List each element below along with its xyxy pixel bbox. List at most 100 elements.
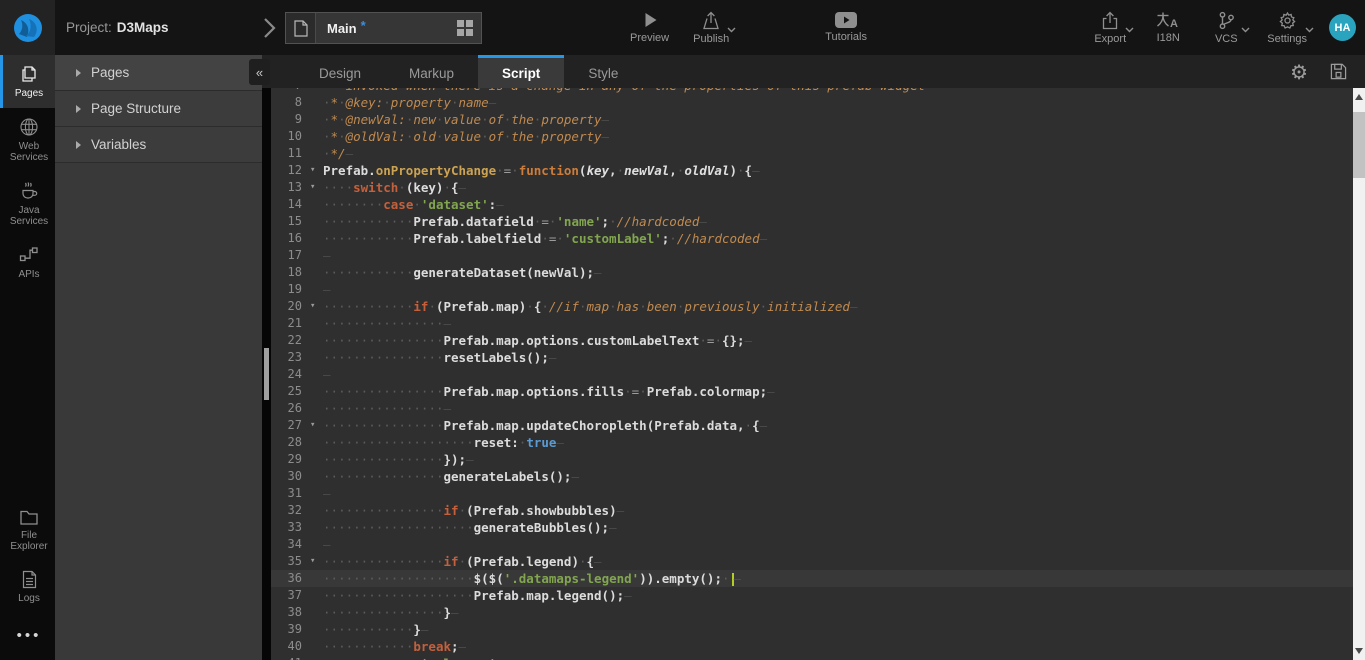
top-bar: Project: D3Maps Main * Preview Publish Tut… bbox=[0, 0, 1365, 55]
i18n-button[interactable]: AI18N bbox=[1151, 11, 1185, 44]
tab-markup[interactable]: Markup bbox=[385, 55, 478, 88]
preview-button[interactable]: Preview bbox=[630, 11, 669, 44]
app-logo[interactable] bbox=[0, 0, 55, 55]
sidebar-item-label: Pages bbox=[15, 88, 43, 99]
fold-arrow-icon[interactable]: ▾ bbox=[308, 179, 323, 196]
rail-overflow-button[interactable]: ••• bbox=[0, 613, 55, 660]
sidebar-item-label: Web Services bbox=[3, 141, 55, 163]
sidebar-item-web-services[interactable]: Web Services bbox=[0, 108, 55, 172]
tab-style[interactable]: Style bbox=[564, 55, 642, 88]
code-line-29: 29················});– bbox=[271, 451, 1353, 468]
line-number: 20 bbox=[271, 298, 308, 315]
sidebar-item-pages[interactable]: Pages bbox=[0, 55, 55, 108]
line-number: 41 bbox=[271, 655, 308, 660]
code-line-39: 39············}– bbox=[271, 621, 1353, 638]
panel-collapse-button[interactable]: « bbox=[249, 59, 270, 85]
fold-gutter bbox=[308, 94, 323, 111]
scroll-down-arrow-icon[interactable] bbox=[1355, 648, 1363, 654]
page-tab-name: Main bbox=[327, 21, 357, 36]
editor-scrollbar-thumb[interactable] bbox=[1353, 112, 1365, 178]
tab-design[interactable]: Design bbox=[295, 55, 385, 88]
line-number: 26 bbox=[271, 400, 308, 417]
panel-section-label: Page Structure bbox=[91, 101, 181, 116]
tab-script[interactable]: Script bbox=[478, 55, 564, 88]
code-line-28: 28····················reset:·true– bbox=[271, 434, 1353, 451]
fold-gutter bbox=[308, 315, 323, 332]
panel-section-page-structure[interactable]: Page Structure bbox=[55, 91, 262, 127]
breadcrumb-chevron-icon bbox=[263, 17, 276, 39]
i18n-icon: A bbox=[1156, 11, 1180, 29]
panel-scrollbar-thumb[interactable] bbox=[264, 348, 269, 400]
code-line-38: 38················}– bbox=[271, 604, 1353, 621]
sidebar-item-java-services[interactable]: Java Services bbox=[0, 172, 55, 236]
code-line-19: 19– bbox=[271, 281, 1353, 298]
action-label: Publish bbox=[693, 33, 729, 45]
code-line-34: 34– bbox=[271, 536, 1353, 553]
editor-scrollbar[interactable] bbox=[1353, 88, 1365, 660]
line-number: 12 bbox=[271, 162, 308, 179]
line-number: 38 bbox=[271, 604, 308, 621]
code-line-17: 17– bbox=[271, 247, 1353, 264]
topbar-center-actions: Preview Publish Tutorials bbox=[618, 0, 879, 55]
panel-section-variables[interactable]: Variables bbox=[55, 127, 262, 163]
line-number: 33 bbox=[271, 519, 308, 536]
layout-grid-icon[interactable] bbox=[457, 20, 473, 36]
code-line-14: 14········case·'dataset':– bbox=[271, 196, 1353, 213]
action-label: Tutorials bbox=[825, 31, 867, 43]
sidebar-item-file-explorer[interactable]: File Explorer bbox=[0, 499, 55, 561]
code-line-40: 40············break;– bbox=[271, 638, 1353, 655]
sidebar-item-logs[interactable]: Logs bbox=[0, 561, 55, 613]
code-line-30: 30················generateLabels();– bbox=[271, 468, 1353, 485]
sidebar-item-apis[interactable]: APIs bbox=[0, 236, 55, 289]
code-line-9: 9·*·@newVal:·new·value·of·the·property– bbox=[271, 111, 1353, 128]
fold-gutter bbox=[308, 383, 323, 400]
export-button[interactable]: Export bbox=[1093, 11, 1127, 45]
line-number: 32 bbox=[271, 502, 308, 519]
export-icon bbox=[1101, 11, 1119, 30]
user-avatar[interactable]: HA bbox=[1329, 14, 1356, 41]
script-settings-gear-icon[interactable]: ⚙ bbox=[1290, 62, 1308, 82]
fold-gutter bbox=[308, 451, 323, 468]
line-number: 35 bbox=[271, 553, 308, 570]
code-line-15: 15············Prefab.datafield·=·'name';… bbox=[271, 213, 1353, 230]
line-number: 31 bbox=[271, 485, 308, 502]
fold-arrow-icon[interactable]: ▾ bbox=[308, 162, 323, 179]
panel-section-label: Variables bbox=[91, 137, 146, 152]
line-number: 21 bbox=[271, 315, 308, 332]
fold-arrow-icon[interactable]: ▾ bbox=[308, 553, 323, 570]
apis-icon bbox=[19, 245, 39, 265]
settings-button[interactable]: Settings bbox=[1267, 11, 1307, 45]
code-line-12: 12▾Prefab.onPropertyChange·=·function(ke… bbox=[271, 162, 1353, 179]
code-line-27: 27▾················Prefab.map.updateChor… bbox=[271, 417, 1353, 434]
fold-gutter bbox=[308, 621, 323, 638]
publish-button[interactable]: Publish bbox=[693, 11, 729, 45]
tutorials-button[interactable]: Tutorials bbox=[825, 12, 867, 43]
panel-scrollbar[interactable] bbox=[262, 88, 271, 660]
panel-section-pages[interactable]: Pages bbox=[55, 55, 262, 91]
fold-gutter bbox=[308, 400, 323, 417]
line-number: 23 bbox=[271, 349, 308, 366]
line-number: 40 bbox=[271, 638, 308, 655]
vcs-button[interactable]: VCS bbox=[1209, 11, 1243, 45]
scroll-up-arrow-icon[interactable] bbox=[1355, 94, 1363, 100]
fold-gutter bbox=[308, 213, 323, 230]
pages-icon bbox=[19, 64, 39, 84]
fold-arrow-icon[interactable]: ▾ bbox=[308, 417, 323, 434]
code-line-32: 32················if·(Prefab.showbubbles… bbox=[271, 502, 1353, 519]
fold-gutter bbox=[308, 485, 323, 502]
publish-icon bbox=[701, 11, 721, 30]
code-line-35: 35▾················if·(Prefab.legend)·{– bbox=[271, 553, 1353, 570]
line-number: 10 bbox=[271, 128, 308, 145]
script-text-area[interactable]: 7·*·invoked·when·there·is·a·change·in·an… bbox=[271, 88, 1353, 660]
code-editor[interactable]: 7·*·invoked·when·there·is·a·change·in·an… bbox=[262, 88, 1365, 660]
project-name: D3Maps bbox=[117, 20, 169, 35]
fold-gutter bbox=[308, 332, 323, 349]
project-label: Project: bbox=[66, 20, 112, 35]
active-page-tab[interactable]: Main * bbox=[285, 12, 482, 44]
fold-arrow-icon[interactable]: ▾ bbox=[308, 298, 323, 315]
save-icon[interactable] bbox=[1330, 63, 1347, 80]
expand-arrow-icon bbox=[76, 141, 81, 149]
code-line-26: 26················– bbox=[271, 400, 1353, 417]
sidebar-item-label: APIs bbox=[18, 269, 39, 280]
side-rail: Pages Web Services Java Services APIs File … bbox=[0, 55, 55, 660]
